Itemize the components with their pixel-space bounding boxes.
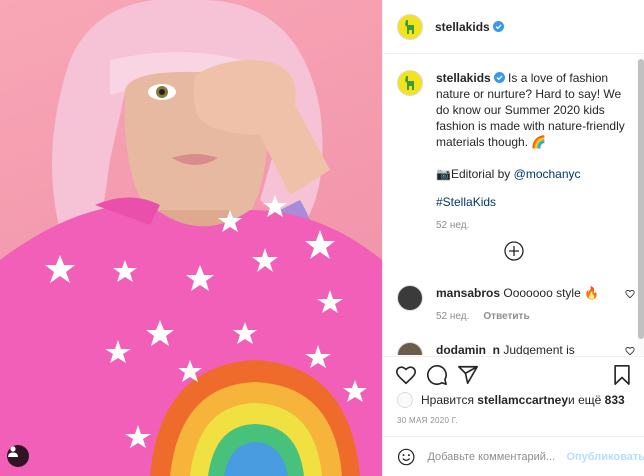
bookmark-icon[interactable] bbox=[611, 364, 633, 386]
like-comment-icon[interactable] bbox=[625, 289, 635, 299]
post-date[interactable]: 30 МАЯ 2020 Г. bbox=[397, 416, 458, 425]
comment-time[interactable]: 52 нед. bbox=[436, 311, 469, 322]
add-comments-icon[interactable] bbox=[504, 241, 524, 261]
emoji-icon[interactable] bbox=[397, 447, 415, 467]
post-image-illustration bbox=[0, 0, 382, 476]
reply-button[interactable]: Ответить bbox=[483, 311, 529, 322]
likes-count[interactable]: 833 bbox=[605, 393, 625, 407]
caption: stellakids Is a love of fashion nature o… bbox=[397, 70, 635, 234]
post-header: stellakids bbox=[383, 0, 644, 54]
action-bar bbox=[383, 356, 644, 390]
liker-username[interactable]: stellamccartney bbox=[477, 393, 568, 407]
caption-username[interactable]: stellakids bbox=[436, 71, 491, 85]
caption-time[interactable]: 52 нед. bbox=[436, 218, 631, 234]
avatar[interactable] bbox=[397, 285, 423, 311]
credit-prefix: 📷Editorial by bbox=[436, 167, 514, 181]
scrollbar[interactable] bbox=[637, 55, 644, 355]
publish-button[interactable]: Опубликовать bbox=[566, 451, 644, 463]
llama-logo-icon bbox=[405, 76, 414, 90]
scrollbar-thumb[interactable] bbox=[638, 59, 644, 339]
likes-prefix: Нравится bbox=[421, 393, 474, 407]
comment-text: Judgement is bbox=[503, 343, 575, 355]
comments-scroll-area[interactable]: stellakids Is a love of fashion nature o… bbox=[383, 55, 637, 355]
likes-middle: и ещё bbox=[568, 393, 602, 407]
llama-logo-icon bbox=[405, 19, 414, 34]
user-tag-icon bbox=[8, 446, 18, 457]
verified-badge-icon bbox=[493, 72, 505, 83]
heart-icon[interactable] bbox=[395, 364, 417, 386]
liker-avatar[interactable] bbox=[397, 392, 413, 408]
share-icon[interactable] bbox=[457, 364, 479, 386]
comment-body: dodamin_n Judgement is bbox=[436, 342, 631, 355]
comment-text: Ooooooo style 🔥 bbox=[503, 286, 600, 300]
comment-input[interactable] bbox=[427, 450, 563, 463]
avatar[interactable] bbox=[397, 13, 423, 40]
comment-username[interactable]: dodamin_n bbox=[436, 343, 500, 355]
avatar[interactable] bbox=[397, 342, 423, 355]
avatar[interactable] bbox=[397, 70, 423, 96]
post-side-panel: stellakids stellakids Is a love of fashi… bbox=[382, 0, 644, 476]
comment-username[interactable]: mansabros bbox=[436, 286, 500, 300]
comment: mansabros Ooooooo style 🔥 52 нед. Ответит… bbox=[397, 285, 635, 325]
comment-icon[interactable] bbox=[426, 364, 448, 386]
user-tag-button[interactable] bbox=[7, 445, 29, 467]
post-photo[interactable] bbox=[0, 0, 382, 476]
caption-credit: 📷Editorial by @mochanyc bbox=[436, 166, 631, 182]
comment: dodamin_n Judgement is bbox=[397, 342, 635, 355]
comment-composer: Опубликовать bbox=[383, 436, 644, 476]
comment-meta: 52 нед. Ответить bbox=[436, 309, 631, 325]
mention-link[interactable]: @mochanyc bbox=[514, 167, 581, 181]
caption-body: stellakids Is a love of fashion nature o… bbox=[436, 70, 631, 234]
verified-badge-icon bbox=[492, 21, 504, 32]
likes-summary: Нравится stellamccartney и ещё 833 bbox=[397, 392, 625, 408]
header-username[interactable]: stellakids bbox=[435, 20, 490, 34]
instagram-post: stellakids stellakids Is a love of fashi… bbox=[0, 0, 644, 476]
like-comment-icon[interactable] bbox=[625, 346, 635, 355]
hashtag-link[interactable]: #StellaKids bbox=[436, 194, 631, 210]
comment-body: mansabros Ooooooo style 🔥 52 нед. Ответит… bbox=[436, 285, 631, 325]
